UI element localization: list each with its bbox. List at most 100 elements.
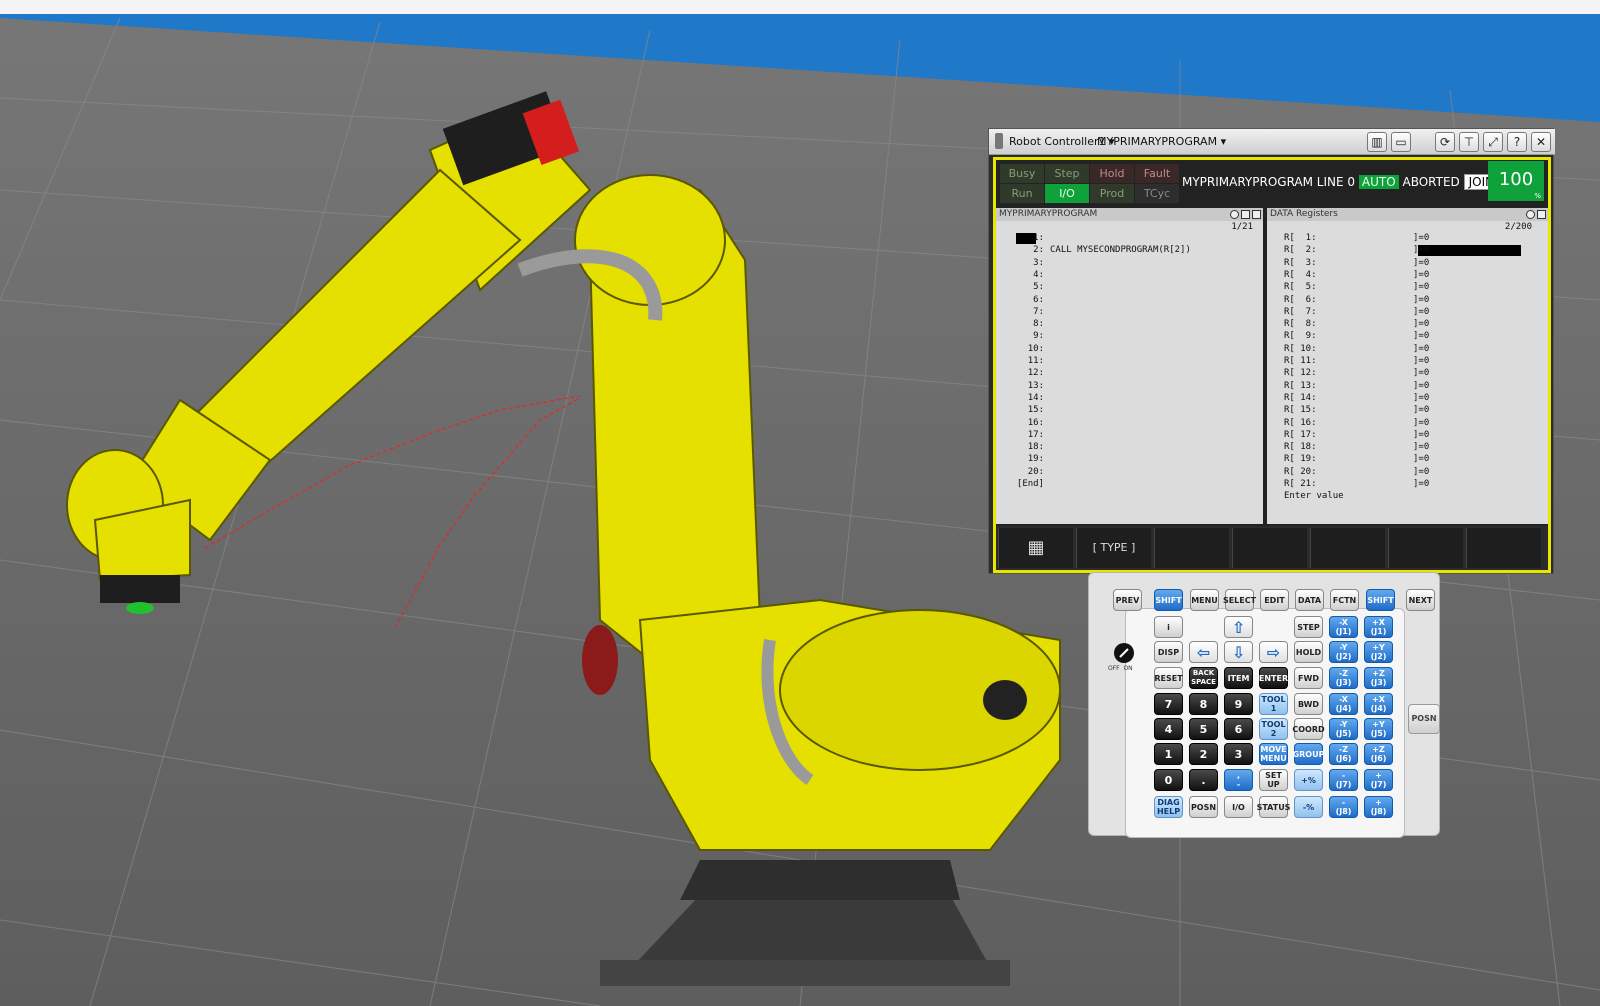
arrow-down-key[interactable]: ⇩: [1224, 641, 1253, 663]
jog-plus-key[interactable]: + (J7): [1364, 769, 1393, 791]
zoom-icon[interactable]: [1526, 210, 1535, 219]
move-menu-key[interactable]: MOVE MENU: [1259, 743, 1288, 765]
reset-key[interactable]: RESET: [1154, 667, 1183, 689]
speed-up-key[interactable]: +%: [1294, 769, 1323, 791]
tool1-key[interactable]: TOOL 1: [1259, 693, 1288, 715]
shift-right-key[interactable]: SHIFT: [1366, 589, 1395, 611]
item-key[interactable]: ITEM: [1224, 667, 1253, 689]
jog-plus-key[interactable]: +X (J4): [1364, 693, 1393, 715]
arrow-up-key[interactable]: ⇧: [1224, 616, 1253, 638]
posn-key[interactable]: POSN: [1189, 796, 1218, 818]
program-pane[interactable]: MYPRIMARYPROGRAM 1/21 1: 2: CALL MYSECONDP…: [996, 208, 1263, 524]
pin-icon[interactable]: ⊤: [1459, 132, 1479, 152]
shift-left-key[interactable]: SHIFT: [1154, 589, 1183, 611]
digit-6-key[interactable]: 6: [1224, 718, 1253, 740]
digit-9-key[interactable]: 9: [1224, 693, 1253, 715]
maximize-pane-icon[interactable]: [1537, 210, 1546, 219]
jog-minus-key[interactable]: - (J8): [1329, 796, 1358, 818]
fwd-key[interactable]: FWD: [1294, 667, 1323, 689]
menu-key[interactable]: MENU: [1190, 589, 1219, 611]
register-value[interactable]: ]=0: [1413, 418, 1429, 428]
io-key[interactable]: I/O: [1224, 796, 1253, 818]
register-value[interactable]: ]=0: [1413, 331, 1429, 341]
pendant-view-icon[interactable]: ▥: [1367, 132, 1387, 152]
select-key[interactable]: SELECT: [1223, 589, 1256, 611]
digit-1-key[interactable]: 1: [1154, 743, 1183, 765]
minimize-pane-icon[interactable]: [1241, 210, 1250, 219]
program-line-text[interactable]: CALL MYSECONDPROGRAM(R[2]): [1050, 245, 1191, 255]
jog-minus-key[interactable]: -Y (J5): [1329, 718, 1358, 740]
backspace-key[interactable]: BACK SPACE: [1189, 667, 1218, 689]
register-value[interactable]: ]=0: [1413, 245, 1429, 255]
register-value[interactable]: ]=0: [1413, 405, 1429, 415]
register-value[interactable]: ]=0: [1413, 282, 1429, 292]
fctn-key[interactable]: FCTN: [1330, 589, 1359, 611]
jog-plus-key[interactable]: +Z (J6): [1364, 743, 1393, 765]
setup-key[interactable]: SET UP: [1259, 769, 1288, 791]
arrow-right-key[interactable]: ⇨: [1259, 641, 1288, 663]
register-value[interactable]: ]=0: [1413, 467, 1429, 477]
speed-down-key[interactable]: -%: [1294, 796, 1323, 818]
register-value[interactable]: ]=0: [1413, 356, 1429, 366]
zoom-icon[interactable]: [1230, 210, 1239, 219]
deadman-switch[interactable]: OFF ON: [1108, 642, 1138, 672]
edit-key[interactable]: EDIT: [1260, 589, 1289, 611]
jog-plus-key[interactable]: +X (J1): [1364, 616, 1393, 638]
close-icon[interactable]: ✕: [1531, 132, 1551, 152]
jog-minus-key[interactable]: - (J7): [1329, 769, 1358, 791]
help-icon[interactable]: ?: [1507, 132, 1527, 152]
arrow-left-key[interactable]: ⇦: [1189, 641, 1218, 663]
info-key[interactable]: i: [1154, 616, 1183, 638]
register-value[interactable]: ]=0: [1413, 319, 1429, 329]
prev-key[interactable]: PREV: [1113, 589, 1142, 611]
jog-plus-key[interactable]: +Y (J5): [1364, 718, 1393, 740]
register-value[interactable]: ]=0: [1413, 479, 1429, 489]
register-value[interactable]: ]=0: [1413, 368, 1429, 378]
jog-minus-key[interactable]: -Z (J6): [1329, 743, 1358, 765]
enter-key[interactable]: ENTER: [1259, 667, 1288, 689]
bwd-key[interactable]: BWD: [1294, 693, 1323, 715]
jog-minus-key[interactable]: -X (J4): [1329, 693, 1358, 715]
digit-4-key[interactable]: 4: [1154, 718, 1183, 740]
hold-key[interactable]: HOLD: [1294, 641, 1323, 663]
maximize-pane-icon[interactable]: [1252, 210, 1261, 219]
digit-3-key[interactable]: 3: [1224, 743, 1253, 765]
softkey-type[interactable]: [ TYPE ]: [1076, 528, 1151, 568]
softkey-menu-grid-icon[interactable]: ▦: [998, 528, 1073, 568]
register-value[interactable]: ]=0: [1413, 270, 1429, 280]
digit-5-key[interactable]: 5: [1189, 718, 1218, 740]
register-value[interactable]: ]=0: [1413, 344, 1429, 354]
register-value[interactable]: ]=0: [1413, 307, 1429, 317]
side-posn-button[interactable]: POSN: [1408, 704, 1440, 734]
jog-minus-key[interactable]: -Y (J2): [1329, 641, 1358, 663]
coord-key[interactable]: COORD: [1292, 718, 1325, 740]
register-value[interactable]: ]=0: [1413, 258, 1429, 268]
dot-key[interactable]: .: [1189, 769, 1218, 791]
digit-8-key[interactable]: 8: [1189, 693, 1218, 715]
jog-minus-key[interactable]: -Z (J3): [1329, 667, 1358, 689]
jog-minus-key[interactable]: -X (J1): [1329, 616, 1358, 638]
tool2-key[interactable]: TOOL 2: [1259, 718, 1288, 740]
next-key[interactable]: NEXT: [1406, 589, 1435, 611]
program-selector[interactable]: MYPRIMARYPROGRAM ▾: [1097, 135, 1226, 148]
register-value[interactable]: ]=0: [1413, 454, 1429, 464]
jog-plus-key[interactable]: +Z (J3): [1364, 667, 1393, 689]
digit-2-key[interactable]: 2: [1189, 743, 1218, 765]
step-key[interactable]: STEP: [1294, 616, 1323, 638]
disp-key[interactable]: DISP: [1154, 641, 1183, 663]
softkey-7[interactable]: [1466, 528, 1541, 568]
diag-help-key[interactable]: DIAG HELP: [1154, 796, 1183, 818]
digit-7-key[interactable]: 7: [1154, 693, 1183, 715]
refresh-icon[interactable]: ⟳: [1435, 132, 1455, 152]
register-value[interactable]: ]=0: [1413, 442, 1429, 452]
digit-0-key[interactable]: 0: [1154, 769, 1183, 791]
register-value[interactable]: ]=0: [1413, 393, 1429, 403]
resize-icon[interactable]: ⤢: [1483, 132, 1503, 152]
softkey-3[interactable]: [1154, 528, 1229, 568]
status-key[interactable]: STATUS: [1257, 796, 1290, 818]
group-key[interactable]: GROUP: [1293, 743, 1324, 765]
register-value[interactable]: ]=0: [1413, 430, 1429, 440]
register-value[interactable]: ]=0: [1413, 295, 1429, 305]
keyboard-icon[interactable]: ▭: [1391, 132, 1411, 152]
data-key[interactable]: DATA: [1295, 589, 1324, 611]
